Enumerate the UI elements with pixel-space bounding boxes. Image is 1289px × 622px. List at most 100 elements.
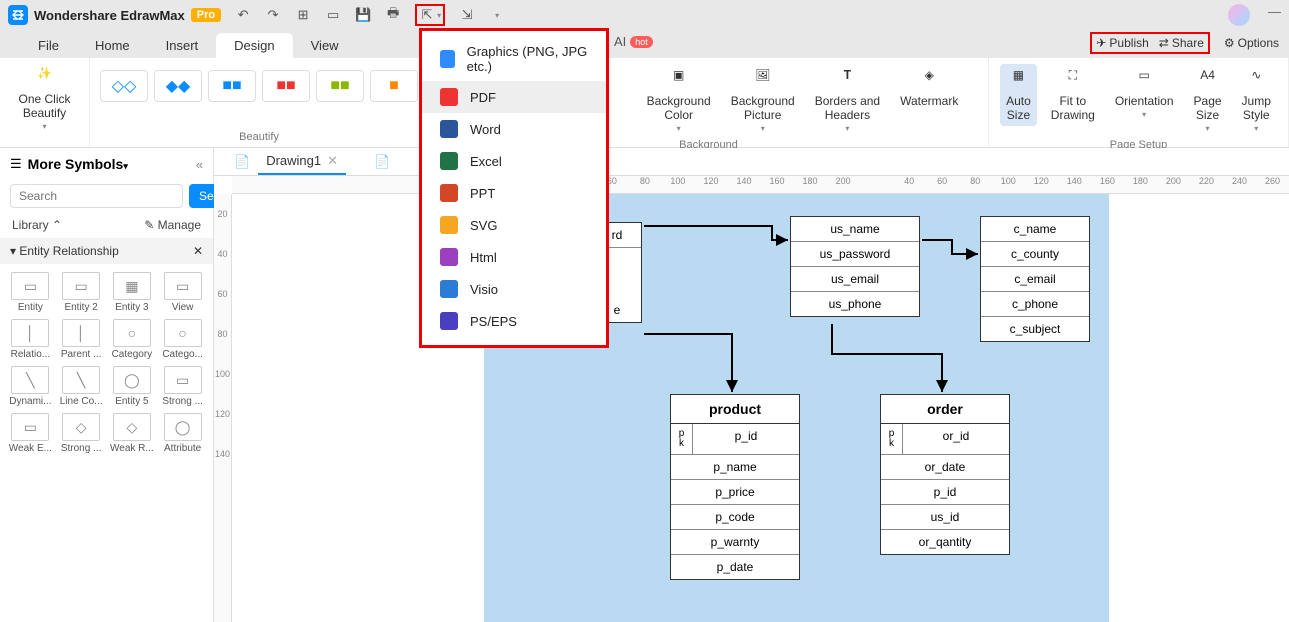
doc-icon: 📄: [234, 154, 250, 170]
export-menu-item[interactable]: SVG: [422, 209, 606, 241]
shape-item[interactable]: ▭Strong ...: [160, 366, 205, 407]
shape-item[interactable]: │Parent ...: [59, 319, 104, 360]
export-menu-item[interactable]: Excel: [422, 145, 606, 177]
import-icon[interactable]: ⇲: [459, 7, 475, 23]
share-button[interactable]: ⇄Share: [1159, 36, 1204, 50]
dropdown-caret-icon[interactable]: ▾: [437, 11, 441, 20]
export-menu-item[interactable]: PDF: [422, 81, 606, 113]
collapse-panel-icon[interactable]: «: [196, 157, 203, 172]
export-menu-item[interactable]: Html: [422, 241, 606, 273]
publish-button[interactable]: ✈Publish: [1096, 36, 1148, 50]
export-menu-item[interactable]: Graphics (PNG, JPG etc.): [422, 37, 606, 81]
export-icon[interactable]: ⇱: [419, 7, 435, 23]
beautify-style-1[interactable]: ◇◇: [100, 70, 148, 102]
shape-label: Attribute: [164, 443, 201, 454]
canvas[interactable]: rd e us_name us_password us_email us_pho…: [232, 194, 1289, 622]
search-input[interactable]: [10, 184, 183, 208]
shape-item[interactable]: ◯Entity 5: [110, 366, 155, 407]
shape-item[interactable]: ▭Weak E...: [8, 413, 53, 454]
save-icon[interactable]: 💾: [355, 7, 371, 23]
beautify-style-4[interactable]: ■■: [262, 70, 310, 102]
new-icon[interactable]: ⊞: [295, 7, 311, 23]
auto-size-button[interactable]: ▦Auto Size: [1000, 64, 1037, 126]
shape-item[interactable]: ○Category: [110, 319, 155, 360]
redo-icon[interactable]: ↷: [265, 7, 281, 23]
shape-thumb: ╲: [11, 366, 49, 394]
background-picture-button[interactable]: 🖼Background Picture▾: [725, 64, 801, 137]
undo-icon[interactable]: ↶: [235, 7, 251, 23]
shape-label: Weak R...: [110, 443, 154, 454]
top-right-actions: ✈Publish ⇄Share ⚙Options: [1090, 32, 1279, 54]
shape-thumb: ▭: [164, 366, 202, 394]
shape-label: Strong ...: [61, 443, 102, 454]
hot-badge: hot: [630, 36, 653, 48]
export-menu-item[interactable]: Visio: [422, 273, 606, 305]
shape-item[interactable]: ◇Strong ...: [59, 413, 104, 454]
export-item-label: Graphics (PNG, JPG etc.): [467, 44, 588, 74]
shape-item[interactable]: ◯ Attribute: [160, 413, 205, 454]
options-button[interactable]: ⚙Options: [1224, 36, 1279, 50]
export-item-label: Visio: [470, 282, 498, 297]
borders-headers-button[interactable]: 𝐓Borders and Headers▾: [809, 64, 886, 137]
close-tab-icon[interactable]: ✕: [327, 153, 338, 169]
shape-label: Entity 5: [115, 396, 148, 407]
tab-view[interactable]: View: [293, 33, 357, 58]
export-menu-item[interactable]: PS/EPS: [422, 305, 606, 337]
close-category-icon[interactable]: ✕: [193, 244, 203, 258]
beautify-style-5[interactable]: ■■: [316, 70, 364, 102]
tab-home[interactable]: Home: [77, 33, 148, 58]
publish-share-highlight: ✈Publish ⇄Share: [1090, 32, 1210, 54]
document-tab[interactable]: Drawing1 ✕: [258, 149, 346, 175]
export-item-label: PDF: [470, 90, 496, 105]
shape-thumb: ◯: [164, 413, 202, 441]
shape-item[interactable]: ▦Entity 3: [110, 272, 155, 313]
export-menu-popup: Graphics (PNG, JPG etc.) PDF WordExcelPPTS…: [419, 28, 609, 348]
library-toggle[interactable]: Library ⌃: [12, 218, 62, 232]
more-icon[interactable]: ▾: [489, 7, 505, 23]
beautify-style-2[interactable]: ◆◆: [154, 70, 202, 102]
tab-design[interactable]: Design: [216, 33, 292, 58]
orientation-button[interactable]: ▭Orientation▾: [1109, 64, 1180, 123]
shape-item[interactable]: ╲Dynami...: [8, 366, 53, 407]
category-header[interactable]: ▾ Entity Relationship ✕: [0, 238, 213, 264]
export-menu-item[interactable]: Word: [422, 113, 606, 145]
format-icon: [440, 248, 458, 266]
app-title: Wondershare EdrawMax: [34, 8, 185, 23]
beautify-style-6[interactable]: ■: [370, 70, 418, 102]
left-panel-title[interactable]: More Symbols▾: [28, 156, 190, 172]
fit-drawing-button[interactable]: ⛶Fit to Drawing: [1045, 64, 1101, 126]
tab-file[interactable]: File: [20, 33, 77, 58]
doc2-icon[interactable]: 📄: [374, 154, 390, 170]
shape-item[interactable]: ╲Line Co...: [59, 366, 104, 407]
er-field: us_phone: [791, 292, 919, 316]
manage-button[interactable]: ✎ Manage: [144, 218, 201, 232]
fit-icon: ⛶: [1061, 68, 1085, 92]
er-table-contact[interactable]: c_name c_county c_email c_phone c_subjec…: [980, 216, 1090, 342]
er-table-order[interactable]: order p kor_id or_date p_id us_id or_qan…: [880, 394, 1010, 555]
export-menu-item[interactable]: PPT: [422, 177, 606, 209]
avatar-icon[interactable]: [1228, 4, 1250, 26]
er-table-users[interactable]: us_name us_password us_email us_phone: [790, 216, 920, 317]
print-icon[interactable]: 🖶: [385, 7, 401, 23]
open-icon[interactable]: ▭: [325, 7, 341, 23]
watermark-button[interactable]: ◈Watermark: [894, 64, 964, 112]
shape-label: Relatio...: [11, 349, 50, 360]
jump-style-button[interactable]: ∿Jump Style▾: [1236, 64, 1277, 137]
page-size-button[interactable]: A4Page Size▾: [1188, 64, 1228, 137]
shape-item[interactable]: ◇Weak R...: [110, 413, 155, 454]
one-click-beautify-button[interactable]: ✨ One Click Beautify ▾: [12, 62, 76, 135]
format-icon: [440, 50, 455, 68]
tab-insert[interactable]: Insert: [148, 33, 217, 58]
shape-item[interactable]: │Relatio...: [8, 319, 53, 360]
shape-item[interactable]: ▭Entity 2: [59, 272, 104, 313]
shape-thumb: ▭: [11, 413, 49, 441]
beautify-style-3[interactable]: ■■: [208, 70, 256, 102]
minimize-icon[interactable]: —: [1268, 4, 1281, 26]
ai-badge[interactable]: AI hot: [614, 34, 653, 49]
shape-item[interactable]: ○Catego...: [160, 319, 205, 360]
shape-item[interactable]: ▭View: [160, 272, 205, 313]
pro-badge: Pro: [191, 8, 221, 22]
shape-item[interactable]: ▭Entity: [8, 272, 53, 313]
er-table-product[interactable]: product p kp_id p_name p_price p_code p_…: [670, 394, 800, 580]
background-color-button[interactable]: ▣Background Color▾: [641, 64, 717, 137]
